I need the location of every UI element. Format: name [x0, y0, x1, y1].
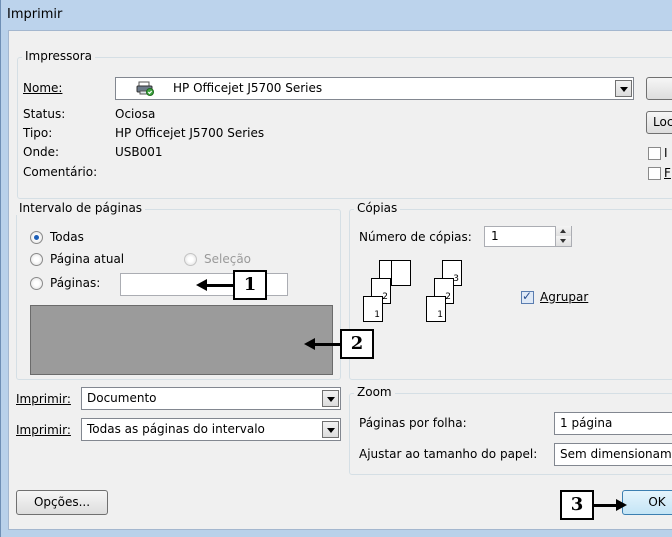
chevron-down-icon[interactable] [615, 80, 632, 97]
status-label: Status: [23, 107, 66, 121]
callout-3-arrowhead [616, 499, 627, 511]
stack-page: 1 [426, 296, 446, 322]
find-printer-label: Loc [653, 115, 672, 129]
printer-properties-button[interactable] [646, 77, 672, 100]
copies-spinner[interactable] [555, 226, 571, 247]
page-range-group: Intervalo de páginas Todas Página atual … [16, 201, 341, 380]
copies-count-label: Número de cópias: [359, 230, 472, 244]
title-bar[interactable]: Imprimir [1, 0, 672, 30]
where-label: Onde: [23, 145, 60, 159]
collate-checkbox[interactable] [521, 289, 534, 304]
ok-button-label: OK [648, 495, 666, 509]
callout-3: 3 [560, 490, 594, 520]
print-what-label: Imprimir: [16, 392, 71, 406]
type-label: Tipo: [23, 126, 53, 140]
page-range-hint-area [30, 305, 333, 375]
print-to-file-label: I [664, 146, 668, 160]
scale-to-paper-value: Sem dimensionamer [560, 447, 672, 461]
print-range-label: Imprimir: [16, 423, 71, 437]
print-what-value: Documento [87, 391, 157, 405]
printer-group: Impressora Nome: HP Officejet J5700 Seri… [17, 49, 672, 199]
all-pages-label: Todas [50, 230, 84, 244]
callout-2-arrowhead [304, 338, 315, 350]
chevron-down-icon[interactable] [322, 390, 339, 407]
callout-3-arrow [593, 504, 617, 507]
print-range-value: Todas as páginas do intervalo [87, 422, 265, 436]
pages-per-sheet-label: Páginas por folha: [359, 416, 467, 430]
printer-group-label: Impressora [22, 49, 96, 63]
print-to-file-checkbox[interactable] [648, 147, 661, 160]
print-what-select[interactable]: Documento [81, 387, 341, 410]
copies-count-input[interactable]: 1 [484, 226, 572, 247]
scale-to-paper-label: Ajustar ao tamanho do papel: [359, 447, 538, 461]
print-dialog-window: Imprimir Impressora Nome: HP Officejet J… [0, 0, 672, 537]
zoom-group-label: Zoom [354, 385, 395, 399]
where-value: USB001 [115, 145, 163, 159]
pages-per-sheet-select[interactable]: 1 página [554, 412, 672, 435]
printer-name-label: Nome: [23, 81, 63, 95]
manual-duplex-label: F [664, 166, 671, 180]
scale-to-paper-select[interactable]: Sem dimensionamer [554, 443, 672, 466]
callout-2: 2 [340, 329, 374, 359]
selection-label: Seleção [204, 252, 252, 266]
current-page-radio[interactable] [30, 253, 43, 266]
options-button-label: Opções... [33, 495, 91, 509]
printer-name-value: HP Officejet J5700 Series [173, 81, 323, 95]
ok-button[interactable]: OK [622, 490, 672, 515]
copies-group-label: Cópias [354, 201, 401, 215]
find-printer-button[interactable]: Loc [646, 111, 672, 134]
callout-1: 1 [233, 270, 267, 300]
pages-radio[interactable] [30, 277, 43, 290]
selection-radio [184, 253, 197, 266]
type-value: HP Officejet J5700 Series [115, 126, 265, 140]
all-pages-radio[interactable] [30, 231, 43, 244]
callout-1-arrowhead [196, 279, 207, 291]
printer-name-select[interactable]: HP Officejet J5700 Series [115, 77, 634, 100]
dialog-body: Impressora Nome: HP Officejet J5700 Seri… [8, 30, 672, 530]
pages-label: Páginas: [50, 276, 101, 290]
zoom-group: Zoom Páginas por folha: 1 página Ajustar… [349, 385, 672, 475]
spin-down-icon[interactable] [556, 236, 571, 246]
status-value: Ociosa [115, 107, 156, 121]
pages-per-sheet-value: 1 página [560, 416, 613, 430]
manual-duplex-checkbox[interactable] [648, 167, 661, 180]
callout-2-arrow [314, 343, 341, 346]
collate-label: Agrupar [540, 290, 589, 304]
callout-1-arrow [206, 284, 234, 287]
chevron-down-icon[interactable] [322, 421, 339, 438]
printer-icon [136, 81, 154, 96]
stack-page: 1 [363, 296, 383, 322]
current-page-label: Página atual [50, 252, 125, 266]
copies-group: Cópias Número de cópias: 1 3 2 1 3 2 1 [349, 201, 672, 380]
page-range-label: Intervalo de páginas [16, 201, 146, 215]
window-title: Imprimir [7, 7, 63, 22]
copies-count-value: 1 [491, 229, 499, 243]
stack-page [391, 260, 411, 286]
options-button[interactable]: Opções... [16, 490, 108, 515]
print-range-select[interactable]: Todas as páginas do intervalo [81, 418, 341, 441]
comment-label: Comentário: [23, 165, 98, 179]
